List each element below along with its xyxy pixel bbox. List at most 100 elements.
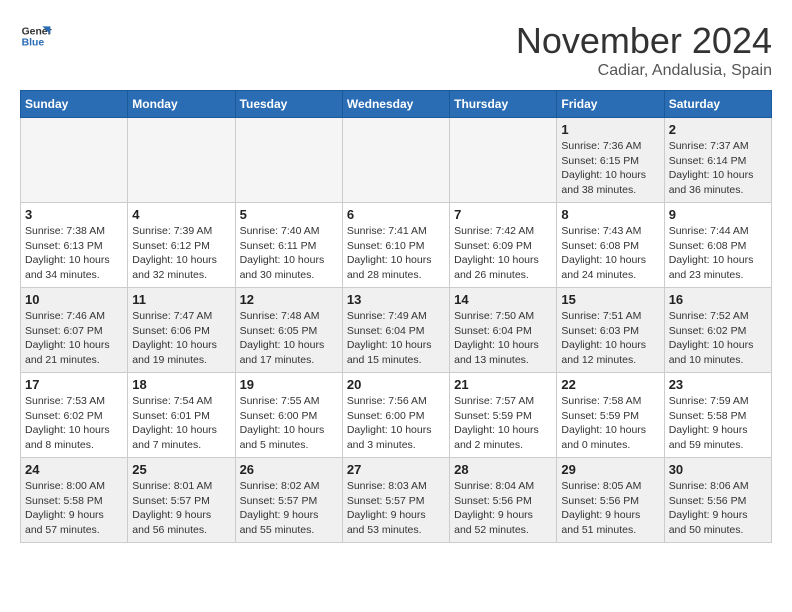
day-cell: 1Sunrise: 7:36 AMSunset: 6:15 PMDaylight… [557, 118, 664, 203]
day-cell: 20Sunrise: 7:56 AMSunset: 6:00 PMDayligh… [342, 373, 449, 458]
day-cell: 4 Sunrise: 7:39 AMSunset: 6:12 PMDaylight… [128, 203, 235, 288]
day-info: Sunrise: 7:44 AMSunset: 6:08 PMDaylight:… [669, 224, 767, 283]
day-info: Sunrise: 7:41 AMSunset: 6:10 PMDaylight:… [347, 224, 445, 283]
day-cell: 28 Sunrise: 8:04 AMSunset: 5:56 PMDayligh… [450, 458, 557, 543]
day-cell: 11 Sunrise: 7:47 AMSunset: 6:06 PMDayligh… [128, 288, 235, 373]
day-info: Sunrise: 8:06 AMSunset: 5:56 PMDaylight:… [669, 479, 767, 538]
day-number: 2 [669, 122, 767, 137]
week-row-1: 3 Sunrise: 7:38 AMSunset: 6:13 PMDaylight… [21, 203, 772, 288]
month-title: November 2024 [516, 20, 772, 62]
day-number: 12 [240, 292, 338, 307]
day-cell: 3 Sunrise: 7:38 AMSunset: 6:13 PMDaylight… [21, 203, 128, 288]
day-info: Sunrise: 7:59 AMSunset: 5:58 PMDaylight:… [669, 394, 767, 453]
day-cell [342, 118, 449, 203]
day-number: 21 [454, 377, 552, 392]
header-friday: Friday [557, 91, 664, 118]
week-row-4: 24 Sunrise: 8:00 AMSunset: 5:58 PMDayligh… [21, 458, 772, 543]
day-info: Sunrise: 7:56 AMSunset: 6:00 PMDaylight:… [347, 394, 445, 453]
day-number: 30 [669, 462, 767, 477]
day-cell: 23 Sunrise: 7:59 AMSunset: 5:58 PMDayligh… [664, 373, 771, 458]
title-area: November 2024 Cadiar, Andalusia, Spain [516, 20, 772, 80]
day-number: 7 [454, 207, 552, 222]
day-info: Sunrise: 8:02 AMSunset: 5:57 PMDaylight:… [240, 479, 338, 538]
day-cell [128, 118, 235, 203]
day-cell: 12 Sunrise: 7:48 AMSunset: 6:05 PMDayligh… [235, 288, 342, 373]
day-info: Sunrise: 7:54 AMSunset: 6:01 PMDaylight:… [132, 394, 230, 453]
day-number: 4 [132, 207, 230, 222]
day-info: Sunrise: 8:04 AMSunset: 5:56 PMDaylight:… [454, 479, 552, 538]
day-cell: 8Sunrise: 7:43 AMSunset: 6:08 PMDaylight… [557, 203, 664, 288]
day-info: Sunrise: 7:42 AMSunset: 6:09 PMDaylight:… [454, 224, 552, 283]
day-info: Sunrise: 7:52 AMSunset: 6:02 PMDaylight:… [669, 309, 767, 368]
day-cell [21, 118, 128, 203]
day-info: Sunrise: 7:39 AMSunset: 6:12 PMDaylight:… [132, 224, 230, 283]
header-tuesday: Tuesday [235, 91, 342, 118]
day-info: Sunrise: 7:47 AMSunset: 6:06 PMDaylight:… [132, 309, 230, 368]
logo: General Blue [20, 20, 52, 52]
day-number: 13 [347, 292, 445, 307]
location-title: Cadiar, Andalusia, Spain [516, 62, 772, 80]
day-info: Sunrise: 8:00 AMSunset: 5:58 PMDaylight:… [25, 479, 123, 538]
day-cell [235, 118, 342, 203]
day-info: Sunrise: 8:05 AMSunset: 5:56 PMDaylight:… [561, 479, 659, 538]
day-info: Sunrise: 7:36 AMSunset: 6:15 PMDaylight:… [561, 139, 659, 198]
day-headers: Sunday Monday Tuesday Wednesday Thursday… [21, 91, 772, 118]
day-number: 11 [132, 292, 230, 307]
svg-text:Blue: Blue [22, 38, 45, 49]
day-number: 25 [132, 462, 230, 477]
day-cell: 29 Sunrise: 8:05 AMSunset: 5:56 PMDayligh… [557, 458, 664, 543]
day-number: 27 [347, 462, 445, 477]
day-cell: 22 Sunrise: 7:58 AMSunset: 5:59 PMDayligh… [557, 373, 664, 458]
day-cell: 10 Sunrise: 7:46 AMSunset: 6:07 PMDayligh… [21, 288, 128, 373]
day-number: 14 [454, 292, 552, 307]
day-info: Sunrise: 7:57 AMSunset: 5:59 PMDaylight:… [454, 394, 552, 453]
day-info: Sunrise: 7:51 AMSunset: 6:03 PMDaylight:… [561, 309, 659, 368]
day-number: 23 [669, 377, 767, 392]
day-info: Sunrise: 7:37 AMSunset: 6:14 PMDaylight:… [669, 139, 767, 198]
week-row-0: 1Sunrise: 7:36 AMSunset: 6:15 PMDaylight… [21, 118, 772, 203]
day-cell: 30 Sunrise: 8:06 AMSunset: 5:56 PMDayligh… [664, 458, 771, 543]
day-info: Sunrise: 7:49 AMSunset: 6:04 PMDaylight:… [347, 309, 445, 368]
week-row-3: 17 Sunrise: 7:53 AMSunset: 6:02 PMDayligh… [21, 373, 772, 458]
day-info: Sunrise: 7:58 AMSunset: 5:59 PMDaylight:… [561, 394, 659, 453]
day-cell: 15 Sunrise: 7:51 AMSunset: 6:03 PMDayligh… [557, 288, 664, 373]
day-number: 26 [240, 462, 338, 477]
day-info: Sunrise: 8:03 AMSunset: 5:57 PMDaylight:… [347, 479, 445, 538]
day-info: Sunrise: 7:55 AMSunset: 6:00 PMDaylight:… [240, 394, 338, 453]
day-cell: 24 Sunrise: 8:00 AMSunset: 5:58 PMDayligh… [21, 458, 128, 543]
header-monday: Monday [128, 91, 235, 118]
header: General Blue November 2024 Cadiar, Andal… [20, 20, 772, 80]
day-number: 22 [561, 377, 659, 392]
day-info: Sunrise: 7:53 AMSunset: 6:02 PMDaylight:… [25, 394, 123, 453]
day-info: Sunrise: 7:38 AMSunset: 6:13 PMDaylight:… [25, 224, 123, 283]
day-number: 24 [25, 462, 123, 477]
header-thursday: Thursday [450, 91, 557, 118]
day-info: Sunrise: 7:50 AMSunset: 6:04 PMDaylight:… [454, 309, 552, 368]
day-number: 6 [347, 207, 445, 222]
day-info: Sunrise: 7:40 AMSunset: 6:11 PMDaylight:… [240, 224, 338, 283]
day-number: 29 [561, 462, 659, 477]
day-cell: 13 Sunrise: 7:49 AMSunset: 6:04 PMDayligh… [342, 288, 449, 373]
day-info: Sunrise: 7:43 AMSunset: 6:08 PMDaylight:… [561, 224, 659, 283]
day-cell: 16 Sunrise: 7:52 AMSunset: 6:02 PMDayligh… [664, 288, 771, 373]
header-saturday: Saturday [664, 91, 771, 118]
day-cell: 17 Sunrise: 7:53 AMSunset: 6:02 PMDayligh… [21, 373, 128, 458]
day-cell: 14 Sunrise: 7:50 AMSunset: 6:04 PMDayligh… [450, 288, 557, 373]
calendar: Sunday Monday Tuesday Wednesday Thursday… [20, 90, 772, 543]
day-number: 16 [669, 292, 767, 307]
day-cell: 25 Sunrise: 8:01 AMSunset: 5:57 PMDayligh… [128, 458, 235, 543]
day-number: 10 [25, 292, 123, 307]
day-info: Sunrise: 7:48 AMSunset: 6:05 PMDaylight:… [240, 309, 338, 368]
day-cell: 9Sunrise: 7:44 AMSunset: 6:08 PMDaylight… [664, 203, 771, 288]
day-number: 3 [25, 207, 123, 222]
day-number: 28 [454, 462, 552, 477]
day-number: 5 [240, 207, 338, 222]
header-sunday: Sunday [21, 91, 128, 118]
day-number: 15 [561, 292, 659, 307]
day-info: Sunrise: 8:01 AMSunset: 5:57 PMDaylight:… [132, 479, 230, 538]
day-number: 19 [240, 377, 338, 392]
day-cell: 26 Sunrise: 8:02 AMSunset: 5:57 PMDayligh… [235, 458, 342, 543]
day-number: 17 [25, 377, 123, 392]
day-cell: 7 Sunrise: 7:42 AMSunset: 6:09 PMDaylight… [450, 203, 557, 288]
day-info: Sunrise: 7:46 AMSunset: 6:07 PMDaylight:… [25, 309, 123, 368]
